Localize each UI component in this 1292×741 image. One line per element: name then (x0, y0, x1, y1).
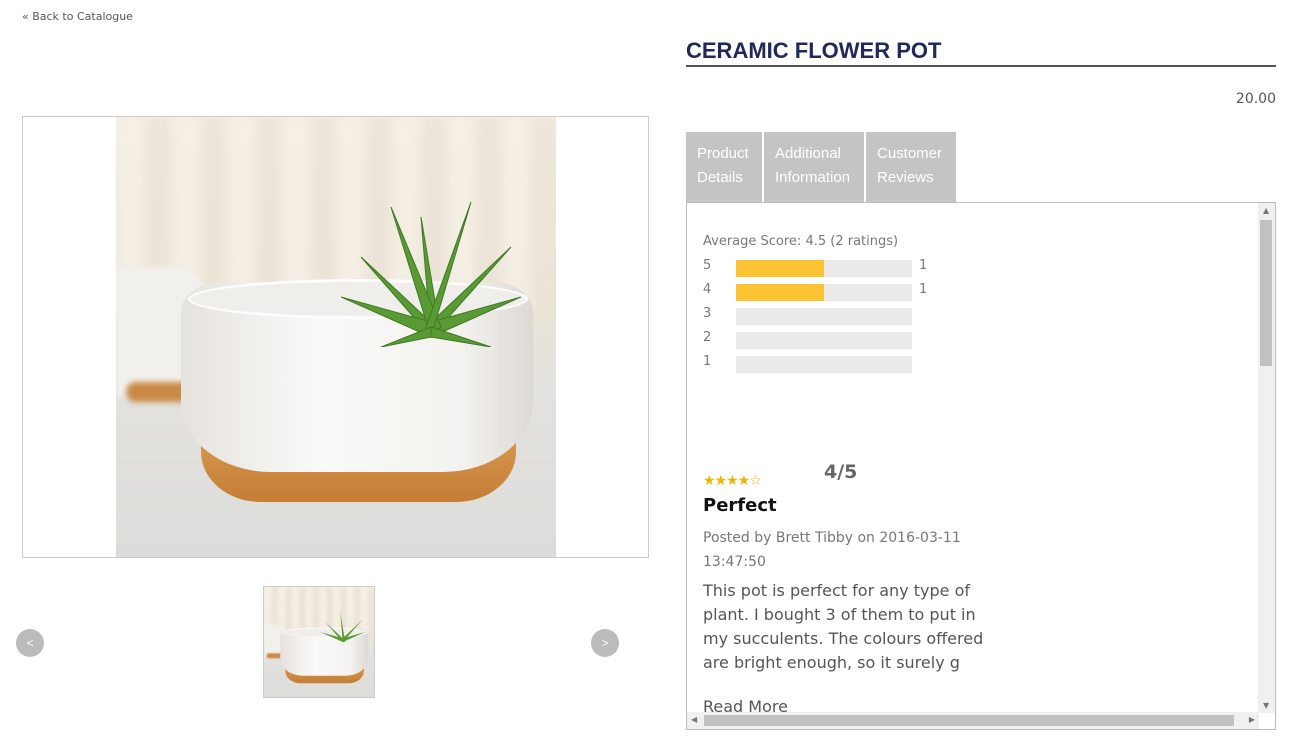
tab-additional-information[interactable]: Additional Information (764, 132, 864, 202)
scrollbar-thumb[interactable] (704, 715, 1234, 726)
rating-label: 3 (703, 306, 712, 321)
rating-label: 4 (703, 282, 712, 297)
review-meta: Posted by Brett Tibby on 2016-03-11 13:4… (703, 530, 961, 570)
rating-label: 1 (703, 354, 712, 369)
product-photo (116, 117, 556, 557)
rating-bar (736, 308, 912, 325)
rating-count: 1 (919, 258, 928, 273)
scrollbar-thumb[interactable] (1260, 220, 1272, 366)
product-price: 20.00 (1235, 91, 1276, 107)
tab-product-details[interactable]: Product Details (686, 132, 762, 202)
thumbnail-image[interactable] (263, 586, 375, 698)
scroll-right-icon[interactable]: ▶ (1249, 715, 1255, 724)
review-body: This pot is perfect for any type of plan… (703, 581, 984, 672)
rating-count: 1 (919, 282, 928, 297)
review-score: 4/5 (824, 461, 858, 483)
product-tabs: Product Details Additional Information C… (686, 132, 956, 202)
back-to-catalogue-link[interactable]: « Back to Catalogue (22, 10, 133, 23)
scroll-left-icon[interactable]: ◀ (691, 715, 697, 724)
rating-bar (736, 260, 912, 277)
rating-bar (736, 332, 912, 349)
main-product-image (22, 116, 649, 558)
rating-bar-fill (736, 284, 824, 301)
average-score: Average Score: 4.5 (2 ratings) (703, 234, 899, 249)
scroll-down-icon[interactable]: ▼ (1263, 701, 1269, 710)
vertical-scrollbar[interactable]: ▲ ▼ (1258, 203, 1275, 713)
rating-bar (736, 284, 912, 301)
horizontal-scrollbar[interactable]: ◀ ▶ (687, 712, 1259, 729)
rating-bar (736, 356, 912, 373)
prev-image-button[interactable]: < (16, 629, 44, 657)
product-title: CERAMIC FLOWER POT (686, 38, 1276, 67)
rating-label: 2 (703, 330, 712, 345)
reviews-panel: Average Score: 4.5 (2 ratings) 5 1 4 1 3 2 1 ★… (686, 202, 1276, 730)
next-image-button[interactable]: > (591, 629, 619, 657)
review-stars: ★★★★☆ (703, 473, 762, 489)
rating-bar-fill (736, 260, 824, 277)
review-title: Perfect (703, 495, 777, 516)
tab-customer-reviews[interactable]: Customer Reviews (866, 132, 956, 202)
scroll-up-icon[interactable]: ▲ (1263, 206, 1269, 215)
rating-label: 5 (703, 258, 712, 273)
